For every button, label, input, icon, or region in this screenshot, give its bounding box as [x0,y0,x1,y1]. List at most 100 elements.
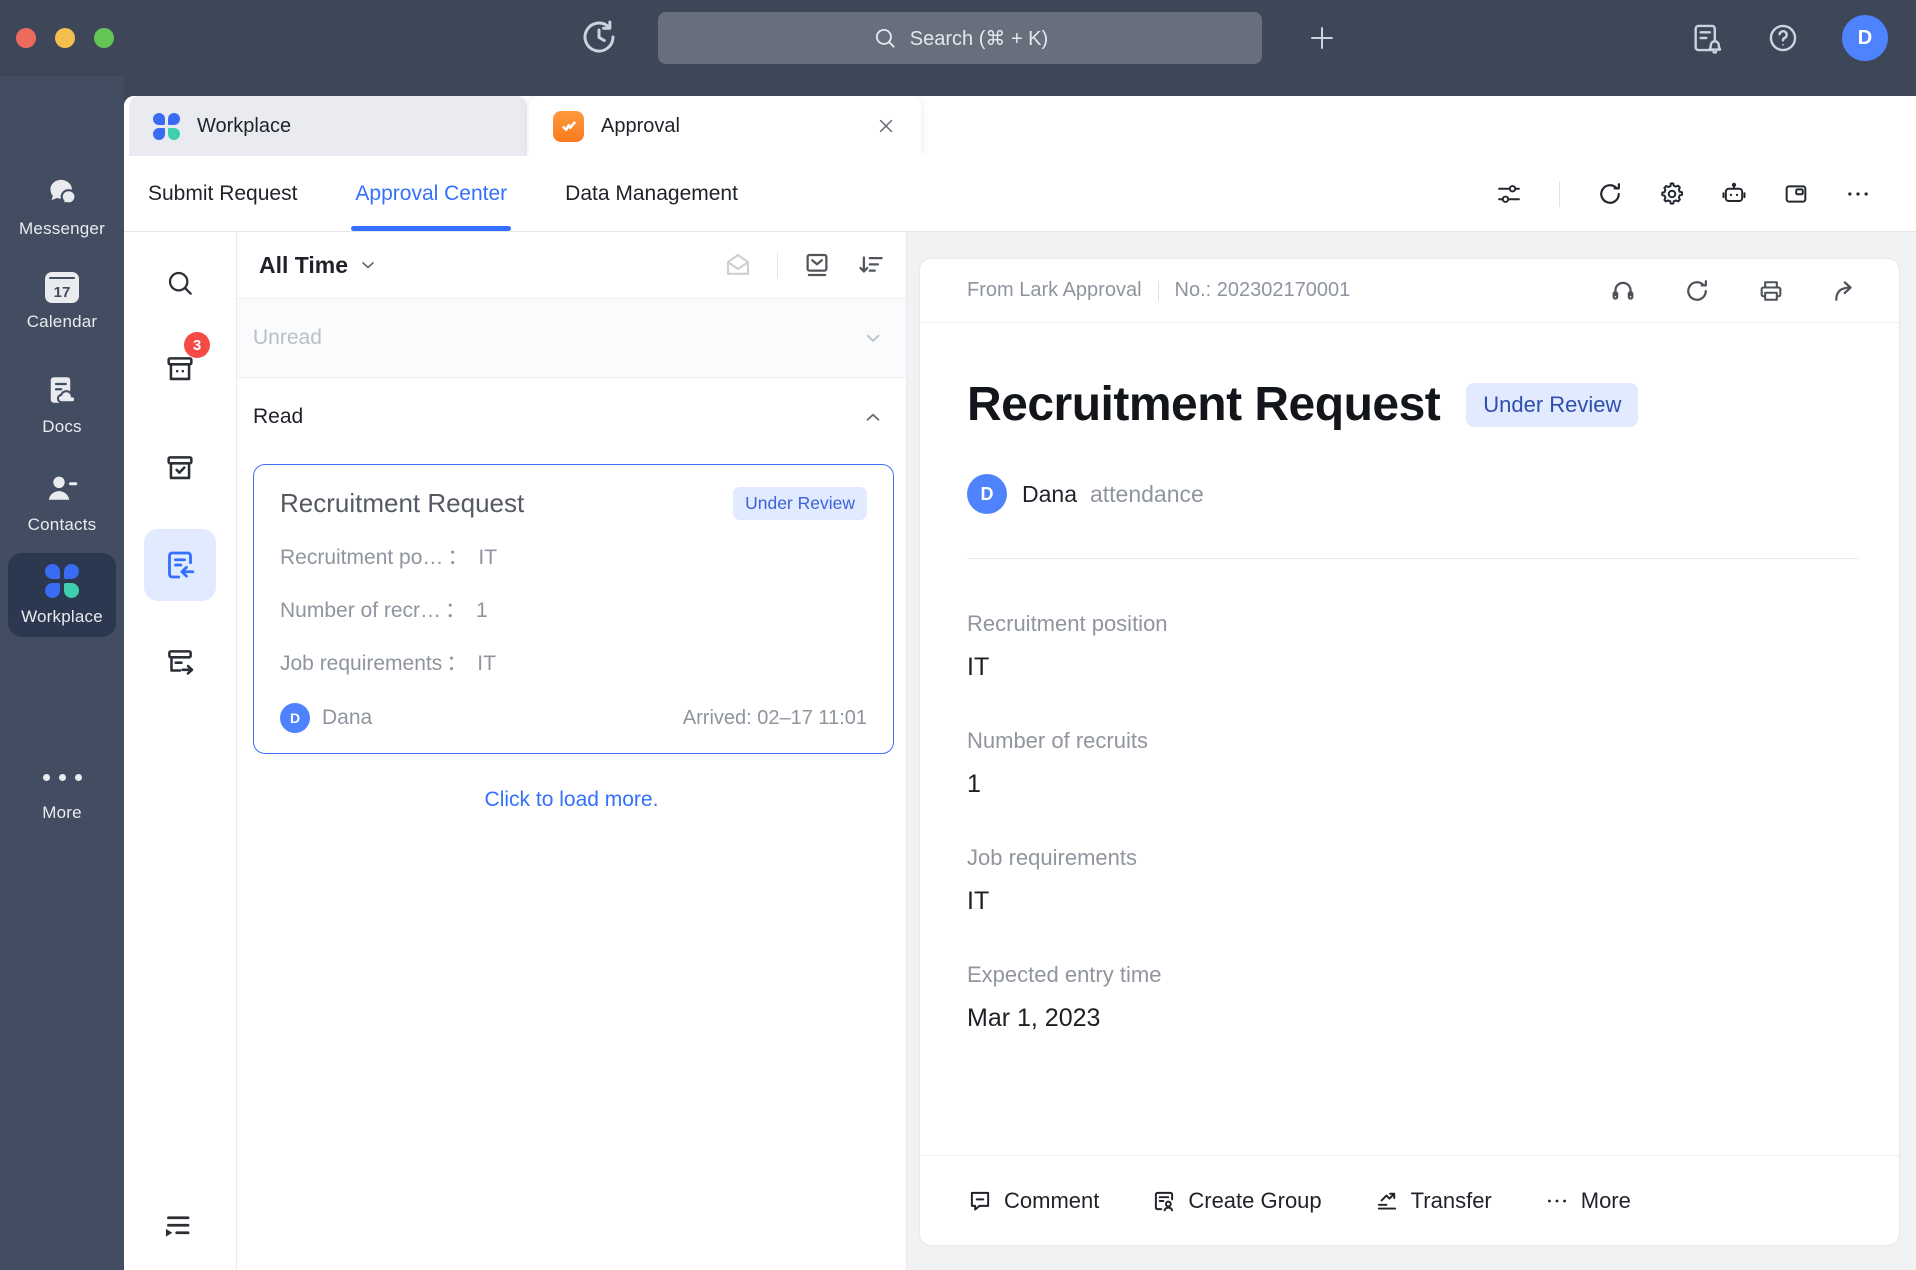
mark-read-icon[interactable] [723,250,753,280]
contacts-icon [44,470,80,506]
zoom-window-button[interactable] [94,28,114,48]
tab-approval[interactable]: Approval [529,96,921,156]
close-window-button[interactable] [16,28,36,48]
rail-received-icon-selected[interactable] [144,529,216,601]
titlebar: Search (⌘ + K) D [0,0,1916,76]
rail-processed-icon[interactable] [156,444,204,492]
main-content: Workplace Approval Submit Request Approv… [124,96,1916,1270]
time-filter-dropdown[interactable]: All Time [253,251,384,280]
approval-app-icon [553,111,584,142]
user-avatar[interactable]: D [1842,15,1888,61]
workplace-icon [45,564,79,598]
detail-body: Recruitment Request Under Review D Dana … [920,323,1899,1155]
detail-refresh-icon[interactable] [1683,277,1711,305]
sidebar-label: Docs [42,417,82,437]
rail-search-icon[interactable] [156,259,204,307]
more-icon [43,760,82,794]
app-window: Search (⌘ + K) D [0,0,1916,1270]
toolbar-divider [1559,181,1560,207]
tab-strip: Workplace Approval [124,96,1916,156]
card-field: Number of recr…：1 [280,596,867,626]
tab-workplace[interactable]: Workplace [129,96,527,156]
detail-requester-tag: attendance [1090,481,1204,508]
sidebar-item-more[interactable]: More [0,760,124,823]
help-icon[interactable] [1766,21,1800,55]
approval-detail-area: From Lark Approval No.: 202302170001 [906,232,1916,1270]
nav-submit-request[interactable]: Submit Request [148,156,297,231]
calendar-icon: 17 [45,272,79,303]
more-options-icon[interactable] [1844,180,1872,208]
mark-all-read-icon[interactable] [802,250,832,280]
arrived-timestamp: Arrived: 02–17 11:01 [683,707,867,730]
sidebar-item-contacts[interactable]: Contacts [0,470,124,535]
search-icon [872,25,898,51]
detail-action-bar: Comment Create Group [920,1155,1899,1245]
sidebar-label: Messenger [19,219,105,239]
rail-sent-icon[interactable] [156,638,204,686]
tab-label: Approval [601,115,680,138]
detail-requester-name: Dana [1022,481,1077,508]
detail-fields: Recruitment position IT Number of recrui… [967,611,1859,1033]
support-headset-icon[interactable] [1609,277,1637,305]
detail-requester-avatar[interactable]: D [967,474,1007,514]
comment-button[interactable]: Comment [967,1188,1099,1214]
inbox-count-badge: 3 [184,332,210,358]
create-group-button[interactable]: Create Group [1151,1188,1321,1214]
transfer-icon [1374,1188,1400,1214]
card-field: Recruitment po…：IT [280,543,867,573]
sidebar-label: More [42,803,82,823]
section-unread[interactable]: Unread [237,298,906,378]
history-icon[interactable] [578,16,620,58]
sidebar-label: Calendar [27,312,98,332]
detail-header: From Lark Approval No.: 202302170001 [920,259,1899,323]
card-title: Recruitment Request [280,488,524,519]
share-icon[interactable] [1831,277,1859,305]
load-more-link[interactable]: Click to load more. [237,788,906,812]
approval-list-card[interactable]: Recruitment Request Under Review Recruit… [253,464,894,754]
sort-icon[interactable] [856,250,886,280]
minimize-window-button[interactable] [55,28,75,48]
status-badge: Under Review [733,487,867,520]
workplace-tab-icon [153,113,180,140]
titlebar-right: D [1690,0,1888,76]
refresh-icon[interactable] [1596,180,1624,208]
detail-source: From Lark Approval [967,279,1142,302]
more-actions-button[interactable]: More [1544,1188,1631,1214]
close-tab-icon[interactable] [875,115,897,137]
global-search-input[interactable]: Search (⌘ + K) [658,12,1262,64]
window-controls [16,28,114,48]
card-field: Job requirements：IT [280,649,867,679]
toolbar-icons [1495,180,1872,208]
tab-label: Workplace [197,115,291,138]
approval-toolbar: Submit Request Approval Center Data Mana… [124,156,1916,232]
approval-nav: Submit Request Approval Center Data Mana… [148,156,738,231]
detail-number: No.: 202302170001 [1175,279,1351,302]
list-header: All Time [237,232,906,298]
requester-name: Dana [322,706,372,730]
app-sidebar: Messenger 17 Calendar Docs [0,76,124,1270]
transfer-button[interactable]: Transfer [1374,1188,1492,1214]
search-placeholder: Search (⌘ + K) [910,26,1048,51]
print-icon[interactable] [1757,277,1785,305]
new-tab-icon[interactable] [1306,22,1338,54]
sidebar-item-workplace[interactable]: Workplace [8,553,116,637]
nav-data-management[interactable]: Data Management [565,156,738,231]
detail-requester-row: D Dana attendance [967,474,1859,514]
collapse-panel-icon[interactable] [158,1208,194,1244]
section-read[interactable]: Read [237,378,906,456]
popup-window-icon[interactable] [1782,180,1810,208]
bot-icon[interactable] [1720,180,1748,208]
settings-gear-icon[interactable] [1658,180,1686,208]
announcement-icon[interactable] [1690,21,1724,55]
workarea: 3 [124,232,1916,1270]
detail-divider [967,558,1859,559]
list-header-icons [723,250,886,280]
detail-header-icons [1609,277,1859,305]
nav-approval-center[interactable]: Approval Center [355,156,507,231]
sidebar-item-calendar[interactable]: 17 Calendar [0,272,124,332]
filter-sliders-icon[interactable] [1495,180,1523,208]
detail-title: Recruitment Request [967,377,1440,432]
sidebar-item-messenger[interactable]: Messenger [0,174,124,239]
sidebar-item-docs[interactable]: Docs [0,372,124,437]
detail-field: Job requirements IT [967,845,1859,916]
